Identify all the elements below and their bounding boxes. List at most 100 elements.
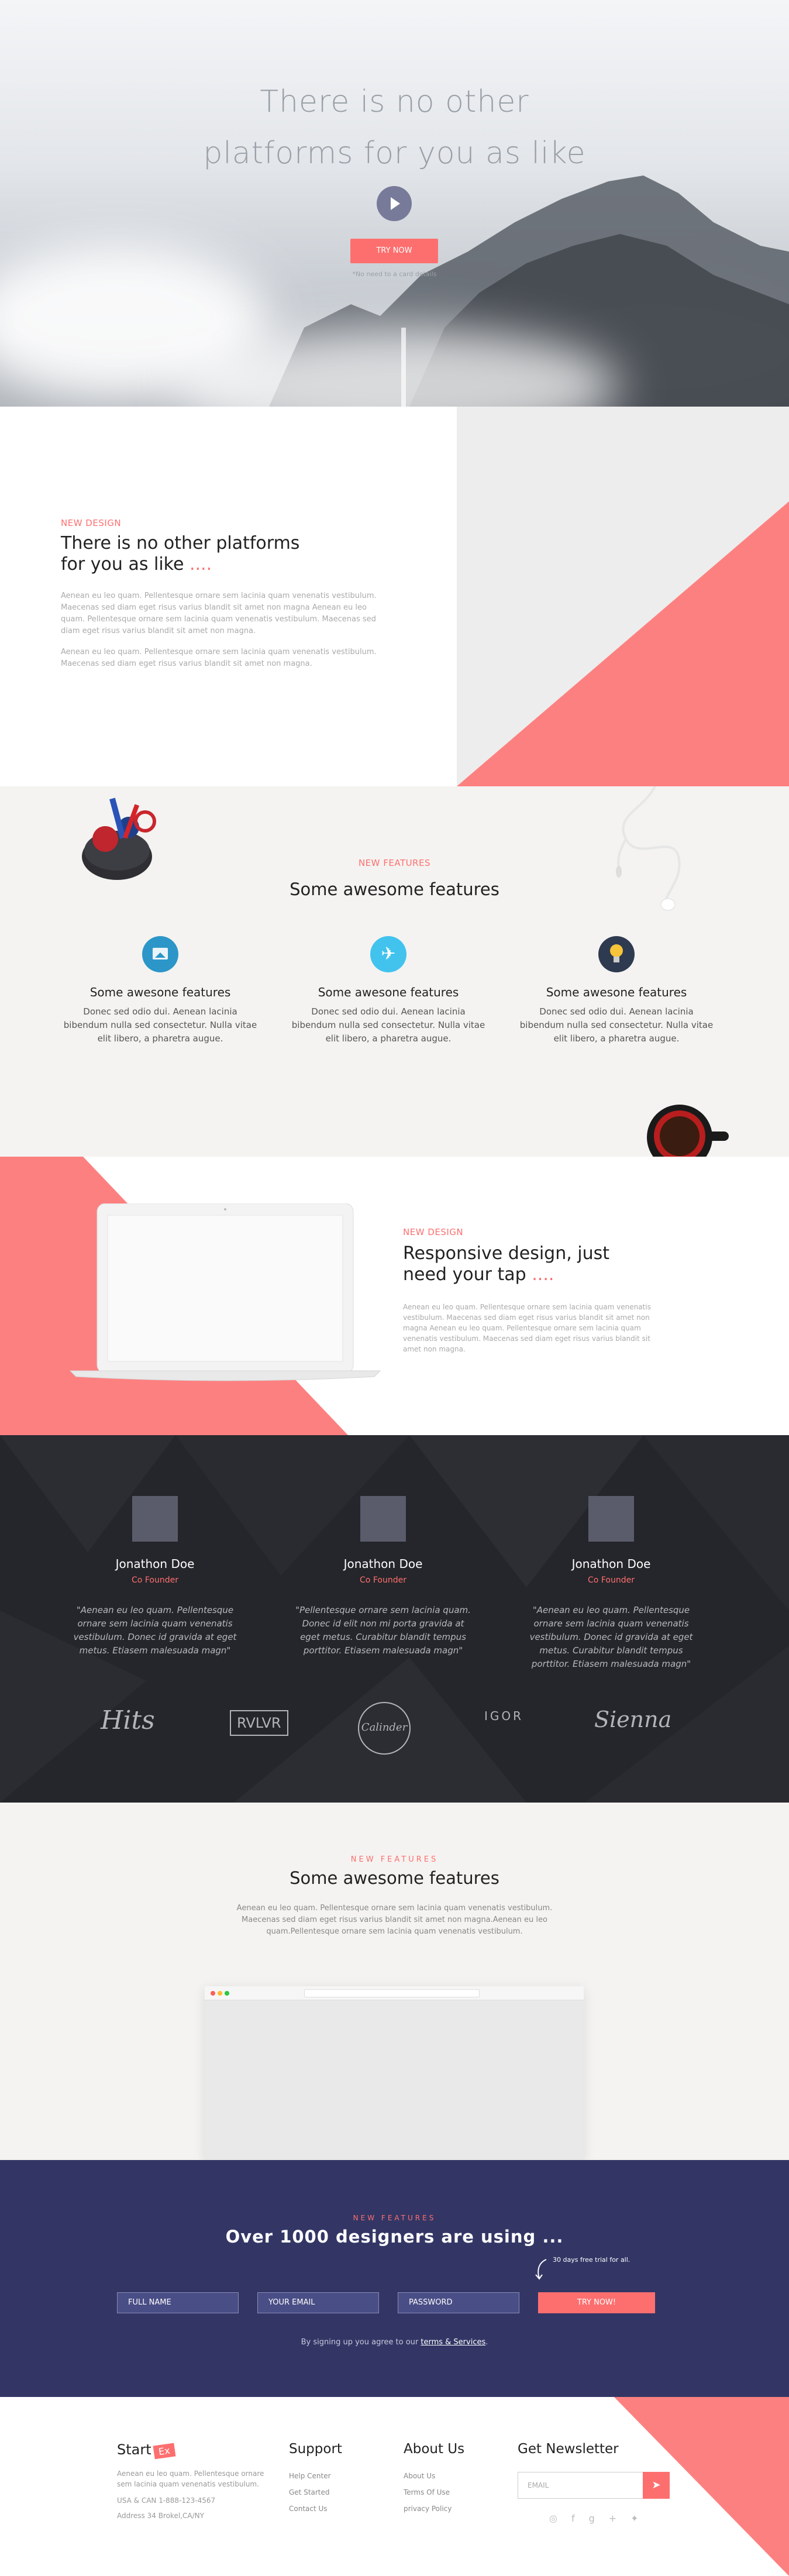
section-label: NEW FEATURES [353,2214,436,2222]
team-member: Jonathon Doe Co Founder "Aenean eu leo q… [67,1496,243,1657]
about-title: There is no other platforms for you as li… [61,533,300,575]
social-links: ◎fg+✦ [518,2513,670,2524]
member-name: Jonathon Doe [343,1557,423,1571]
member-role: Co Founder [588,1576,635,1585]
avatar [360,1496,406,1542]
section-label: NEW FEATURES [350,1855,439,1864]
member-role: Co Founder [360,1576,406,1585]
address-text: Address 34 Brokel,CA/NY [117,2512,204,2520]
laptop-image [69,1203,381,1381]
avatar [132,1496,178,1542]
link-about-us[interactable]: About Us [404,2472,464,2480]
feature-text: Donec sed odio dui. Aenean lacinia biben… [63,1006,257,1044]
team-section: Jonathon Doe Co Founder "Aenean eu leo q… [0,1435,789,1803]
brand-logo[interactable]: Start Ex [117,2441,269,2460]
dribbble-icon[interactable]: ◎ [549,2513,571,2524]
features-title: Some awesome features [290,879,499,899]
support-column: Support Help Center Get Started Contact … [289,2441,342,2513]
features-heading: NEW FEATURES Some awesome features [0,858,789,900]
feature-card: Some awesone features Donec sed odio dui… [61,936,260,1045]
fullname-input[interactable]: FULL NAME [117,2292,239,2313]
brand-description: Aenean eu leo quam. Pellentesque ornare … [117,2470,264,2488]
terms-link[interactable]: terms & Services [421,2338,485,2347]
about-section: NEW DESIGN There is no other platforms fo… [0,407,789,786]
member-quote: "Aenean eu leo quam. Pellentesque ornare… [73,1605,237,1656]
section-label: NEW DESIGN [403,1227,464,1237]
hero-section: There is no other platforms for you as li… [0,0,789,407]
feature-text: Donec sed odio dui. Aenean lacinia biben… [519,1006,714,1044]
feature-card: Some awesone features Donec sed odio dui… [517,936,716,1045]
responsive-title: Responsive design, just need your tap ...… [403,1243,610,1285]
feature-title: Some awesone features [318,985,459,999]
team-member: Jonathon Doe Co Founder "Aenean eu leo q… [523,1496,699,1671]
more-features-section: NEW FEATURES Some awesome features Aenea… [0,1803,789,2160]
feature-text: Donec sed odio dui. Aenean lacinia biben… [291,1006,485,1044]
link-help-center[interactable]: Help Center [289,2472,342,2480]
client-logo-calinder: Calinder [358,1702,411,1755]
member-name: Jonathon Doe [115,1557,195,1571]
link-terms[interactable]: Terms Of Use [404,2488,464,2496]
hero-title: There is no other platforms for you as li… [203,84,586,171]
coffee-cup-image [647,1105,729,1157]
section-label: NEW FEATURES [358,858,431,868]
about-heading: About Us [404,2441,465,2457]
link-get-started[interactable]: Get Started [289,2488,342,2496]
feature-card: ✈ Some awesone features Donec sed odio d… [289,936,488,1045]
responsive-section: NEW DESIGN Responsive design, just need y… [0,1157,789,1435]
facebook-icon[interactable]: f [571,2513,589,2524]
twitter-icon[interactable]: ✦ [630,2513,652,2524]
responsive-content: NEW DESIGN Responsive design, just need y… [403,1227,660,1354]
more-features-paragraph: Aenean eu leo quam. Pellentesque ornare … [236,1904,553,1936]
phone-text: USA & CAN 1-888-123-4567 [117,2496,216,2505]
try-now-button[interactable]: TRY NOW [350,239,438,263]
features-section: NEW FEATURES Some awesome features Some … [0,786,789,1157]
footer-brand-column: Start Ex Aenean eu leo quam. Pellentesque… [117,2441,269,2521]
link-privacy[interactable]: privacy Policy [404,2505,464,2513]
lightbulb-icon [598,936,635,972]
try-now-button[interactable]: TRY NOW! [538,2292,655,2313]
airplane-icon: ✈ [370,936,406,972]
email-input[interactable]: YOUR EMAIL [257,2292,379,2313]
feature-title: Some awesone features [89,985,231,999]
about-content: NEW DESIGN There is no other platforms fo… [61,518,377,670]
signup-heading: NEW FEATURES Over 1000 designers are usi… [0,2214,789,2247]
password-input[interactable]: PASSWORD [398,2292,519,2313]
more-features-title: Some awesome features [290,1868,499,1888]
support-heading: Support [289,2441,342,2457]
browser-mockup [205,1986,584,2160]
send-icon[interactable]: ➤ [643,2472,670,2499]
newsletter-form: EMAIL ➤ [518,2472,670,2499]
client-logo-rvlvr: RVLVR [230,1710,288,1736]
responsive-paragraph: Aenean eu leo quam. Pellentesque ornare … [403,1303,651,1353]
member-quote: "Aenean eu leo quam. Pellentesque ornare… [529,1605,693,1669]
browser-toolbar [205,1986,584,2000]
about-column: About Us About Us Terms Of Use privacy P… [404,2441,464,2513]
signup-section: NEW FEATURES Over 1000 designers are usi… [0,2160,789,2397]
terms-text: By signing up you agree to our terms & S… [301,2338,488,2347]
client-logo-hits: Hits [101,1705,155,1735]
earphones-image [616,786,681,911]
newsletter-email-input[interactable]: EMAIL [528,2481,549,2489]
signup-title: Over 1000 designers are using ... [225,2227,564,2247]
member-name: Jonathon Doe [571,1557,651,1571]
member-quote: "Pellentesque ornare sem lacinia quam. D… [295,1605,471,1656]
more-features-heading: NEW FEATURES Some awesome features Aenea… [0,1855,789,1938]
trial-note: 30 days free trial for all. [553,2256,630,2264]
about-paragraph: Aenean eu leo quam. Pellentesque ornare … [61,648,377,668]
member-role: Co Founder [132,1576,178,1585]
client-logo-sienna: Sienna [594,1707,672,1732]
team-member: Jonathon Doe Co Founder "Pellentesque or… [295,1496,471,1657]
newsletter-heading: Get Newsletter [518,2441,619,2457]
client-logo-igor: IGOR [484,1709,524,1723]
section-label: NEW DESIGN [61,518,122,528]
hero-note: *No need to a card details [352,270,437,278]
avatar [588,1496,634,1542]
newsletter-column: Get Newsletter EMAIL ➤ ◎fg+✦ [518,2441,670,2524]
arrow-icon [535,2259,547,2280]
footer-section: Start Ex Aenean eu leo quam. Pellentesque… [0,2397,789,2576]
link-contact-us[interactable]: Contact Us [289,2505,342,2513]
play-button[interactable] [377,186,412,221]
google-plus-icon[interactable]: g+ [589,2513,631,2524]
feature-title: Some awesone features [546,985,687,999]
accent-triangle [457,501,789,786]
